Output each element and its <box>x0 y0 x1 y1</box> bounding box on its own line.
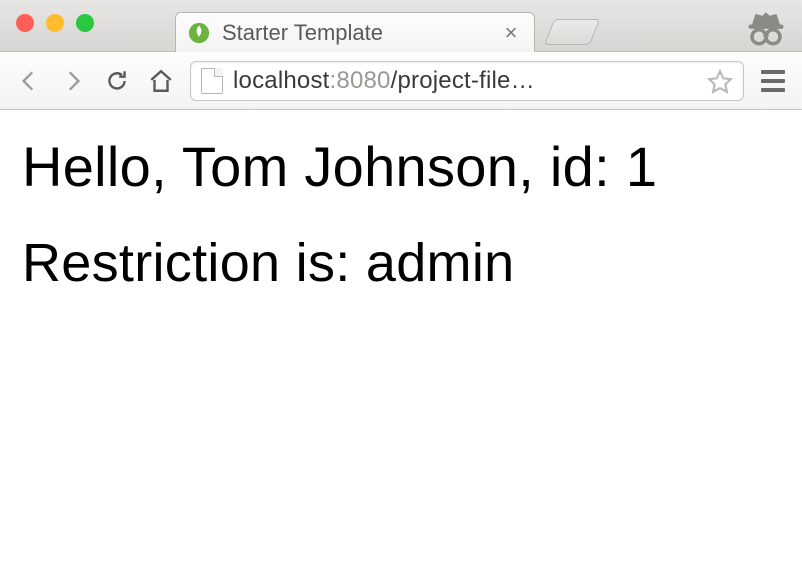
window-zoom-button[interactable] <box>76 14 94 32</box>
bookmark-star-icon[interactable] <box>707 68 733 94</box>
address-bar[interactable]: localhost:8080/project-file… <box>190 61 744 101</box>
window-titlebar: Starter Template × <box>0 0 802 52</box>
forward-button[interactable] <box>58 66 88 96</box>
hamburger-menu-button[interactable] <box>758 70 788 92</box>
incognito-icon <box>744 6 788 50</box>
site-info-icon[interactable] <box>201 68 223 94</box>
window-controls <box>16 14 94 32</box>
window-minimize-button[interactable] <box>46 14 64 32</box>
window-close-button[interactable] <box>16 14 34 32</box>
tab-strip: Starter Template × <box>175 0 802 51</box>
new-tab-button[interactable] <box>544 19 601 45</box>
url-path: /project-file… <box>391 67 535 94</box>
tab-title: Starter Template <box>222 20 500 46</box>
tab-close-button[interactable]: × <box>500 20 522 46</box>
back-button[interactable] <box>14 66 44 96</box>
url-port: :8080 <box>330 67 391 94</box>
url-text: localhost:8080/project-file… <box>233 67 697 95</box>
url-host: localhost <box>233 67 330 94</box>
greeting-heading: Hello, Tom Johnson, id: 1 <box>22 136 780 199</box>
browser-toolbar: localhost:8080/project-file… <box>0 52 802 110</box>
home-button[interactable] <box>146 66 176 96</box>
tab-favicon-spring-icon <box>188 22 210 44</box>
browser-tab[interactable]: Starter Template × <box>175 12 535 52</box>
reload-button[interactable] <box>102 66 132 96</box>
page-content: Hello, Tom Johnson, id: 1 Restriction is… <box>0 110 802 572</box>
restriction-heading: Restriction is: admin <box>22 233 780 293</box>
